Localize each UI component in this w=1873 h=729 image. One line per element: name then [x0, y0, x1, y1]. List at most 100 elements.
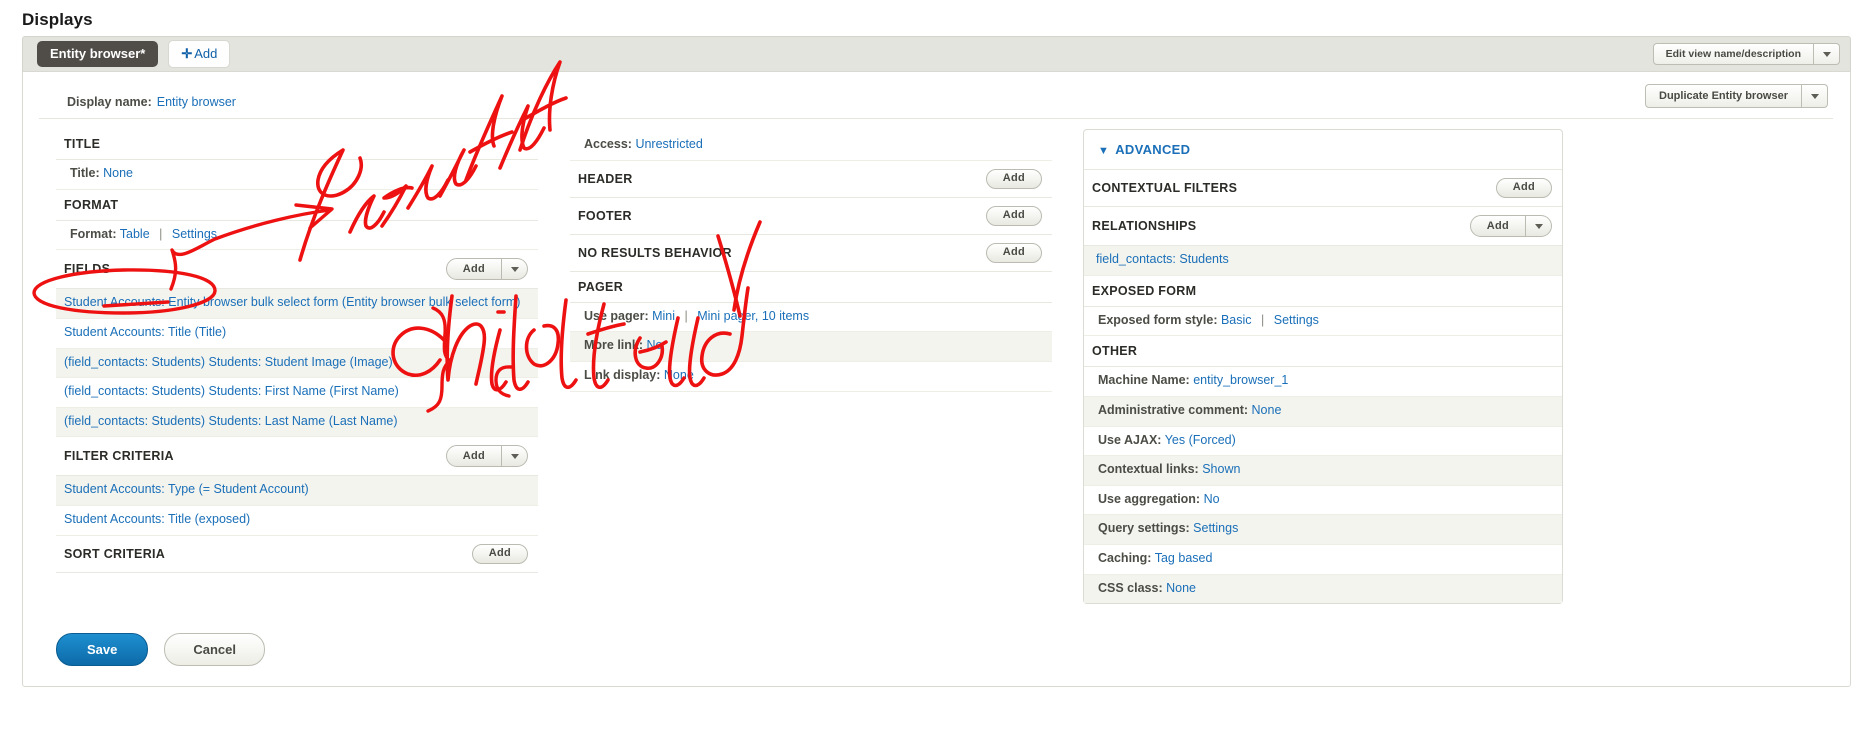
section-relationships-heading: RELATIONSHIPS Add	[1084, 207, 1562, 246]
save-button[interactable]: Save	[56, 633, 149, 666]
filter-add-dropdown-toggle[interactable]	[502, 445, 528, 468]
field-item-3[interactable]: (field_contacts: Students) Students: Fir…	[56, 378, 538, 408]
section-exposed-form-label: EXPOSED FORM	[1092, 283, 1197, 298]
duplicate-display-split-button[interactable]: Duplicate Entity browser	[1645, 84, 1828, 108]
section-filter-criteria-heading: FILTER CRITERIA Add	[56, 437, 538, 477]
row-css-class-key: CSS class:	[1098, 580, 1163, 595]
section-header-label: HEADER	[578, 171, 633, 186]
row-use-pager-settings-link[interactable]: Mini pager, 10 items	[697, 309, 809, 323]
row-use-ajax-value[interactable]: Yes (Forced)	[1165, 433, 1236, 447]
filter-item-0[interactable]: Student Accounts: Type (= Student Accoun…	[56, 476, 538, 506]
row-use-aggregation-value[interactable]: No	[1204, 492, 1220, 506]
row-use-ajax-key: Use AJAX:	[1098, 432, 1162, 447]
filter-item-1[interactable]: Student Accounts: Title (exposed)	[56, 506, 538, 536]
row-more-link-value[interactable]: No	[647, 338, 663, 352]
displays-tabstrip: Entity browser* ✛ Add Edit view name/desc…	[22, 36, 1851, 71]
edit-view-name-description-split-button[interactable]: Edit view name/description	[1652, 43, 1840, 65]
section-other-heading: OTHER	[1084, 336, 1562, 368]
row-exposed-form-style: Exposed form style: Basic | Settings	[1084, 307, 1562, 337]
row-administrative-comment-key: Administrative comment:	[1098, 402, 1249, 417]
row-contextual-links-key: Contextual links:	[1098, 462, 1199, 477]
section-pager-label: PAGER	[578, 279, 624, 294]
section-no-results-behavior-label: NO RESULTS BEHAVIOR	[578, 245, 732, 260]
filter-add-split-button[interactable]: Add	[445, 445, 528, 468]
cancel-button[interactable]: Cancel	[164, 633, 266, 666]
row-title-value[interactable]: None	[103, 166, 133, 180]
add-display-button[interactable]: ✛ Add	[168, 40, 231, 68]
fields-add-split-button[interactable]: Add	[445, 258, 528, 281]
display-settings-panel: Display name: Entity browser Duplicate E…	[22, 71, 1851, 687]
section-footer-label: FOOTER	[578, 208, 632, 223]
no-results-add-button[interactable]: Add	[985, 242, 1042, 263]
header-add-button[interactable]: Add	[985, 168, 1042, 189]
row-machine-name: Machine Name: entity_browser_1	[1084, 367, 1562, 397]
section-exposed-form-heading: EXPOSED FORM	[1084, 276, 1562, 307]
section-no-results-behavior-heading: NO RESULTS BEHAVIOR Add	[570, 235, 1052, 272]
row-more-link: More link: No	[570, 332, 1052, 362]
row-query-settings-value[interactable]: Settings	[1193, 521, 1238, 535]
section-relationships-label: RELATIONSHIPS	[1092, 219, 1197, 233]
row-access-key: Access:	[584, 137, 632, 151]
section-other-label: OTHER	[1092, 344, 1138, 359]
duplicate-display-button[interactable]: Duplicate Entity browser	[1645, 84, 1802, 108]
filter-add-button[interactable]: Add	[445, 445, 502, 468]
section-title-label: TITLE	[64, 137, 101, 151]
relationships-add-button[interactable]: Add	[1469, 215, 1526, 237]
row-contextual-links: Contextual links: Shown	[1084, 456, 1562, 486]
row-link-display-key: Link display:	[584, 367, 661, 382]
row-more-link-key: More link:	[584, 338, 644, 353]
edit-view-dropdown-toggle[interactable]	[1814, 43, 1840, 65]
relationship-item-0[interactable]: field_contacts: Students	[1084, 246, 1562, 276]
field-item-4[interactable]: (field_contacts: Students) Students: Las…	[56, 407, 538, 438]
fields-add-button[interactable]: Add	[445, 258, 502, 281]
row-contextual-links-value[interactable]: Shown	[1202, 462, 1240, 476]
chevron-down-icon	[510, 453, 519, 459]
fields-add-dropdown-toggle[interactable]	[502, 258, 528, 281]
tab-entity-browser[interactable]: Entity browser*	[37, 41, 159, 67]
chevron-down-icon	[1810, 93, 1819, 99]
row-title: Title: None	[56, 160, 538, 190]
row-administrative-comment-value[interactable]: None	[1252, 403, 1282, 417]
column-left: TITLE Title: None FORMAT Format: Table |…	[56, 129, 538, 573]
row-format-value[interactable]: Table	[120, 227, 150, 241]
relationships-add-split-button[interactable]: Add	[1469, 215, 1552, 237]
form-actions: Save Cancel	[56, 633, 266, 666]
row-exposed-form-style-key: Exposed form style:	[1098, 312, 1218, 327]
column-middle: Access: Unrestricted HEADER Add FOOTER A…	[570, 129, 1052, 392]
row-format-settings-link[interactable]: Settings	[172, 227, 217, 241]
duplicate-display-dropdown-toggle[interactable]	[1802, 84, 1828, 108]
display-name-label: Display name:	[67, 94, 152, 109]
relationships-add-dropdown-toggle[interactable]	[1526, 215, 1552, 237]
field-item-0[interactable]: Student Accounts: Entity browser bulk se…	[56, 289, 538, 319]
row-exposed-form-style-value[interactable]: Basic	[1221, 313, 1252, 327]
section-filter-criteria-label: FILTER CRITERIA	[64, 449, 174, 464]
field-item-2[interactable]: (field_contacts: Students) Students: Stu…	[56, 348, 538, 379]
section-header-heading: HEADER Add	[570, 161, 1052, 198]
row-format: Format: Table | Settings	[56, 221, 538, 251]
row-use-pager-value[interactable]: Mini	[652, 309, 675, 323]
display-name-row: Display name: Entity browser	[39, 85, 1833, 119]
row-exposed-form-settings-link[interactable]: Settings	[1274, 313, 1319, 327]
sort-add-button[interactable]: Add	[471, 543, 528, 564]
row-caching-key: Caching:	[1098, 551, 1152, 565]
section-contextual-filters-heading: CONTEXTUAL FILTERS Add	[1084, 170, 1562, 207]
contextual-filters-add-button[interactable]: Add	[1495, 178, 1552, 198]
edit-view-name-description-button[interactable]: Edit view name/description	[1652, 43, 1814, 65]
display-name-value[interactable]: Entity browser	[157, 95, 236, 109]
row-caching-value[interactable]: Tag based	[1155, 551, 1213, 565]
section-fields-label: FIELDS	[64, 262, 111, 277]
field-item-1[interactable]: Student Accounts: Title (Title)	[56, 319, 538, 349]
row-use-pager-key: Use pager:	[584, 308, 649, 323]
advanced-section-toggle[interactable]: ▼ ADVANCED	[1084, 130, 1562, 170]
footer-add-button[interactable]: Add	[985, 205, 1042, 226]
section-title-heading: TITLE	[56, 129, 538, 160]
row-css-class-value[interactable]: None	[1166, 581, 1196, 595]
row-access-value[interactable]: Unrestricted	[635, 137, 702, 151]
section-format-label: FORMAT	[64, 197, 119, 212]
row-title-key: Title:	[70, 166, 100, 180]
row-query-settings-key: Query settings:	[1098, 521, 1190, 536]
section-fields-heading: FIELDS Add	[56, 250, 538, 290]
add-display-label: Add	[194, 46, 218, 61]
row-machine-name-value[interactable]: entity_browser_1	[1193, 373, 1288, 387]
row-link-display-value[interactable]: None	[664, 368, 694, 382]
